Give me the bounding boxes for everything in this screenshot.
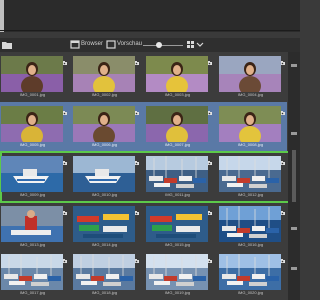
thumbnail-image[interactable]	[146, 206, 208, 242]
thumbnail-grid: IMG_0001.jpg IMG_0002.jpg IMG_0003.jpg I…	[0, 52, 290, 300]
right-scrollbar[interactable]	[288, 52, 300, 300]
thumbnail-item[interactable]: IMG_0011.jpg	[141, 152, 214, 201]
thumbnail-item[interactable]: IMG_0017.jpg	[0, 250, 69, 299]
thumbnail-item[interactable]: IMG_0007.jpg	[141, 102, 214, 151]
thumbnail-item[interactable]: IMG_0018.jpg	[68, 250, 141, 299]
thumbnail-item[interactable]: IMG_0006.jpg	[68, 102, 141, 151]
thumbnail-filename: IMG_0008.jpg	[237, 142, 264, 147]
thumbnail-image[interactable]	[73, 56, 135, 92]
thumbnail-filename: IMG_0010.jpg	[91, 192, 118, 197]
scroll-marker	[291, 227, 297, 230]
thumbnail-filename: IMG_0018.jpg	[91, 290, 118, 295]
thumbnail-item[interactable]: IMG_0015.jpg	[141, 202, 214, 251]
thumbnail-image[interactable]	[1, 56, 63, 92]
thumbnail-filename: IMG_0009.jpg	[19, 192, 46, 197]
browser-tab-label[interactable]: Browser	[81, 40, 103, 49]
window-edge	[0, 0, 4, 32]
thumbnail-filename: IMG_0016.jpg	[237, 242, 264, 247]
chevron-down-icon[interactable]	[195, 40, 205, 49]
thumbnail-image[interactable]	[146, 254, 208, 290]
thumbnail-item[interactable]: IMG_0012.jpg	[214, 152, 287, 201]
thumbnail-image[interactable]	[73, 106, 135, 142]
thumbnail-filename: IMG_0007.jpg	[164, 142, 191, 147]
preview-view-icon[interactable]	[106, 40, 116, 49]
thumbnail-item[interactable]: IMG_0013.jpg	[0, 202, 69, 251]
thumbnail-item[interactable]: IMG_0005.jpg	[0, 102, 69, 151]
thumbnail-image[interactable]	[146, 106, 208, 142]
title-bar	[0, 0, 300, 32]
zoom-slider-track[interactable]	[143, 45, 183, 46]
thumbnail-image[interactable]	[146, 156, 208, 192]
thumbnail-image[interactable]	[1, 106, 63, 142]
scroll-marker	[291, 132, 297, 135]
thumbnail-item[interactable]: IMG_0001.jpg	[0, 52, 69, 101]
thumbnail-image[interactable]	[219, 254, 281, 290]
thumbnail-image[interactable]	[146, 56, 208, 92]
thumbnail-image[interactable]	[73, 206, 135, 242]
thumbnail-item[interactable]: IMG_0016.jpg	[214, 202, 287, 251]
thumbnail-filename: IMG_0004.jpg	[237, 92, 264, 97]
thumbnail-item[interactable]: IMG_0002.jpg	[68, 52, 141, 101]
thumbnail-image[interactable]	[1, 156, 63, 192]
thumbnail-item[interactable]: IMG_0010.jpg	[68, 152, 141, 201]
thumbnail-item[interactable]: IMG_0004.jpg	[214, 52, 287, 101]
thumbnail-image[interactable]	[219, 56, 281, 92]
scroll-thumb[interactable]	[292, 150, 296, 202]
thumbnail-filename: IMG_0005.jpg	[19, 142, 46, 147]
scroll-marker	[291, 267, 297, 270]
thumbnail-filename: IMG_0017.jpg	[19, 290, 46, 295]
thumbnail-filename: IMG_0015.jpg	[164, 242, 191, 247]
thumbnail-image[interactable]	[73, 254, 135, 290]
thumbnail-image[interactable]	[219, 106, 281, 142]
thumbnail-filename: IMG_0011.jpg	[165, 192, 190, 197]
zoom-slider-thumb[interactable]	[156, 42, 162, 48]
browser-view-icon[interactable]	[70, 40, 80, 49]
scroll-marker	[291, 64, 297, 67]
thumbnail-filename: IMG_0014.jpg	[91, 242, 118, 247]
thumbnail-item[interactable]: IMG_0019.jpg	[141, 250, 214, 299]
thumbnail-filename: IMG_0019.jpg	[164, 290, 191, 295]
folder-icon[interactable]	[2, 40, 12, 49]
title-divider	[0, 30, 300, 31]
thumbnail-item[interactable]: IMG_0020.jpg	[214, 250, 287, 299]
thumbnail-filename: IMG_0002.jpg	[91, 92, 118, 97]
thumbnail-item[interactable]: IMG_0009.jpg	[0, 152, 69, 201]
thumbnail-item[interactable]: IMG_0008.jpg	[214, 102, 287, 151]
thumbnail-image[interactable]	[73, 156, 135, 192]
thumbnail-filename: IMG_0001.jpg	[19, 92, 46, 97]
thumbnail-filename: IMG_0013.jpg	[19, 242, 46, 247]
thumbnail-filename: IMG_0006.jpg	[91, 142, 118, 147]
thumbnail-image[interactable]	[1, 254, 63, 290]
thumbnail-item[interactable]: IMG_0003.jpg	[141, 52, 214, 101]
thumbnail-image[interactable]	[219, 206, 281, 242]
thumbnail-image[interactable]	[219, 156, 281, 192]
thumbnail-item[interactable]: IMG_0014.jpg	[68, 202, 141, 251]
thumbnail-image[interactable]	[1, 206, 63, 242]
toolbar: Browser Vorschau	[0, 38, 300, 52]
thumbnail-filename: IMG_0003.jpg	[164, 92, 191, 97]
thumbnail-filename: IMG_0012.jpg	[237, 192, 264, 197]
preview-tab-label[interactable]: Vorschau	[117, 40, 142, 49]
thumbnail-filename: IMG_0020.jpg	[237, 290, 264, 295]
